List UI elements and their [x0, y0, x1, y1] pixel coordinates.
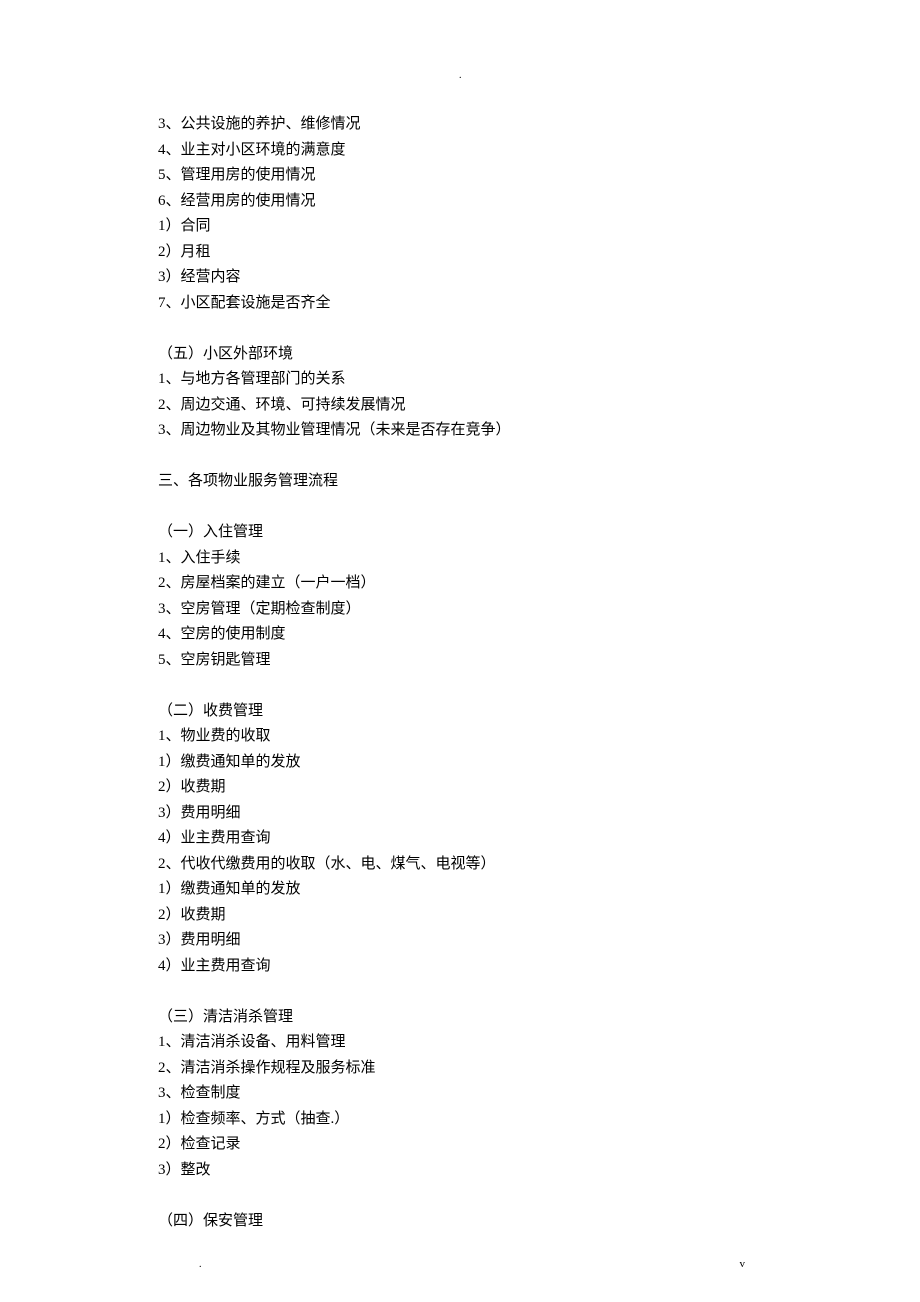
text-line: 2、房屋档案的建立（一户一档）: [158, 571, 920, 597]
text-line: 1）缴费通知单的发放: [158, 877, 920, 903]
section-heading: 三、各项物业服务管理流程: [158, 469, 920, 495]
text-line: 2、代收代缴费用的收取（水、电、煤气、电视等）: [158, 852, 920, 878]
blank-line: [158, 444, 920, 470]
blank-line: [158, 1183, 920, 1209]
blank-line: [158, 979, 920, 1005]
text-line: 1、物业费的收取: [158, 724, 920, 750]
footer-page-marker: v: [740, 1258, 746, 1270]
text-line: 3、空房管理（定期检查制度）: [158, 597, 920, 623]
document-body: 3、公共设施的养护、维修情况 4、业主对小区环境的满意度 5、管理用房的使用情况…: [0, 0, 920, 1234]
text-line: 2）收费期: [158, 775, 920, 801]
text-line: 4）业主费用查询: [158, 826, 920, 852]
text-line: 1、清洁消杀设备、用料管理: [158, 1030, 920, 1056]
text-line: 5、管理用房的使用情况: [158, 163, 920, 189]
section-heading: （五）小区外部环境: [158, 342, 920, 368]
footer-dot: .: [199, 1259, 202, 1270]
text-line: 3）费用明细: [158, 928, 920, 954]
text-line: 2）收费期: [158, 903, 920, 929]
text-line: 2）月租: [158, 240, 920, 266]
text-line: 3、检查制度: [158, 1081, 920, 1107]
text-line: 5、空房钥匙管理: [158, 648, 920, 674]
blank-line: [158, 673, 920, 699]
text-line: 4）业主费用查询: [158, 954, 920, 980]
text-line: 1）检查频率、方式（抽查.）: [158, 1107, 920, 1133]
section-heading: （四）保安管理: [158, 1209, 920, 1235]
blank-line: [158, 316, 920, 342]
text-line: 1、入住手续: [158, 546, 920, 572]
section-heading: （三）清洁消杀管理: [158, 1005, 920, 1031]
text-line: 4、空房的使用制度: [158, 622, 920, 648]
text-line: 3）费用明细: [158, 801, 920, 827]
text-line: 2、周边交通、环境、可持续发展情况: [158, 393, 920, 419]
text-line: 7、小区配套设施是否齐全: [158, 291, 920, 317]
text-line: 4、业主对小区环境的满意度: [158, 138, 920, 164]
text-line: 1、与地方各管理部门的关系: [158, 367, 920, 393]
text-line: 6、经营用房的使用情况: [158, 189, 920, 215]
text-line: 2、清洁消杀操作规程及服务标准: [158, 1056, 920, 1082]
text-line: 3）整改: [158, 1158, 920, 1184]
header-dot: .: [459, 70, 462, 81]
section-heading: （一）入住管理: [158, 520, 920, 546]
text-line: 1）合同: [158, 214, 920, 240]
text-line: 3、周边物业及其物业管理情况（未来是否存在竞争）: [158, 418, 920, 444]
text-line: 2）检查记录: [158, 1132, 920, 1158]
text-line: 1）缴费通知单的发放: [158, 750, 920, 776]
section-heading: （二）收费管理: [158, 699, 920, 725]
blank-line: [158, 495, 920, 521]
text-line: 3、公共设施的养护、维修情况: [158, 112, 920, 138]
text-line: 3）经营内容: [158, 265, 920, 291]
